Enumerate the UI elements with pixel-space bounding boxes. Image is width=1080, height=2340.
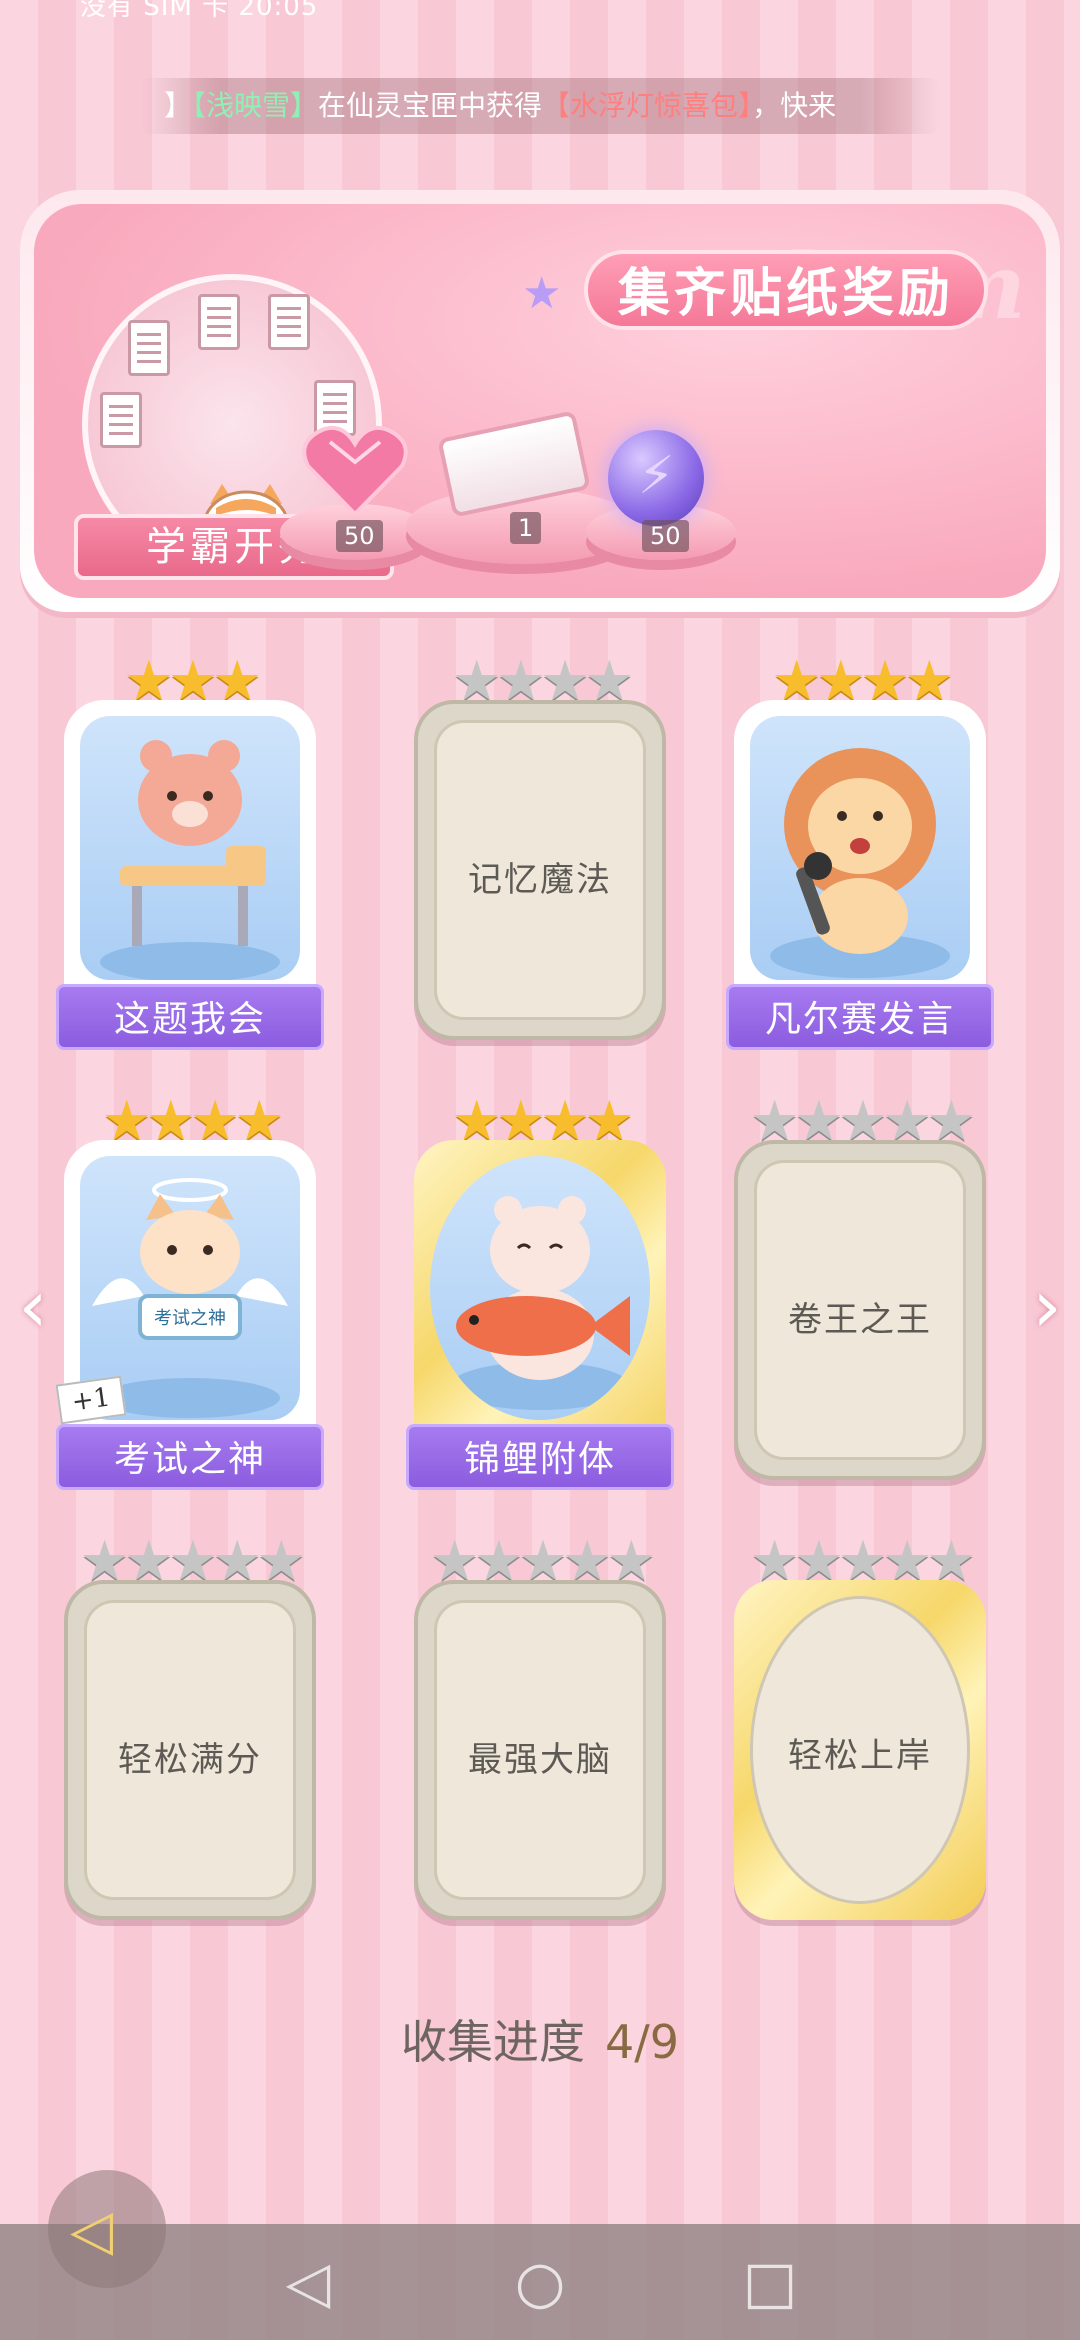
sticker-frame: 这题我会 <box>56 700 324 1050</box>
sticker-frame: 卷王之王 <box>734 1140 986 1480</box>
sticker-label: 轻松满分 <box>118 1740 262 1780</box>
sticker-label: 最强大脑 <box>468 1740 612 1780</box>
sticker-card[interactable]: ★★★★ 凡尔赛发言 <box>726 650 994 1050</box>
collection-progress: 收集进度 4/9 <box>0 2006 1080 2072</box>
bear-koi-icon <box>450 1196 630 1410</box>
reward-count: 50 <box>336 520 383 552</box>
back-icon[interactable]: ◁ <box>272 2246 344 2318</box>
progress-label: 收集进度 <box>400 2015 585 2069</box>
floating-menu-button[interactable]: ◁ <box>48 2170 166 2288</box>
reward-count: 50 <box>642 520 689 552</box>
sticker-card[interactable]: ★★★ 这题我会 <box>56 650 324 1050</box>
sticker-card[interactable]: ★★★★ 锦鲤附体 <box>406 1090 674 1490</box>
sticker-card-locked[interactable]: ★★★★★ 轻松满分 <box>60 1530 320 1930</box>
document-icon <box>100 392 142 448</box>
reward-panel: Redeem ★ ★ 集齐贴纸奖励 学霸开秀 50 <box>20 190 1060 612</box>
document-icon <box>128 320 170 376</box>
sticker-frame-gold: 锦鲤附体 <box>406 1140 674 1490</box>
marquee-item-name: 【水浮灯惊喜包】 <box>542 89 753 122</box>
sticker-art <box>80 716 300 980</box>
chevron-left-icon[interactable]: ‹ <box>10 1268 56 1344</box>
sticker-card-locked[interactable]: ★★★★★ 轻松上岸 <box>730 1530 990 1930</box>
sticker-frame-gold: 轻松上岸 <box>734 1580 986 1920</box>
progress-value: 4/9 <box>604 2015 680 2069</box>
reward-panel-inner: Redeem ★ ★ 集齐贴纸奖励 学霸开秀 50 <box>34 204 1046 598</box>
sticker-art <box>750 716 970 980</box>
sticker-frame: 凡尔赛发言 <box>726 700 994 1050</box>
sticker-frame: 轻松满分 <box>64 1580 316 1920</box>
reward-title: 集齐贴纸奖励 <box>584 250 989 330</box>
chevron-right-icon[interactable]: › <box>1024 1268 1070 1344</box>
recent-apps-icon[interactable]: □ <box>734 2246 806 2318</box>
marquee-player-name: 【浅映雪】 <box>192 89 319 122</box>
share-arrow-icon: ◁ <box>70 2198 114 2263</box>
lightning-orb-icon[interactable]: ⚡ <box>608 430 704 526</box>
sign-text: 考试之神 <box>154 1308 226 1329</box>
sticker-label: 轻松上岸 <box>788 1736 932 1776</box>
sparkle-icon: ★ <box>522 268 562 319</box>
sticker-card-locked[interactable]: ★★★★★ 卷王之王 <box>730 1090 990 1490</box>
lion-icon <box>770 748 950 978</box>
sticker-frame: 最强大脑 <box>414 1580 666 1920</box>
status-bar: 没有 SIM 卡 20:05 <box>0 0 1080 24</box>
home-icon[interactable]: ○ <box>504 2246 576 2318</box>
sticker-label: 记忆魔法 <box>468 860 612 900</box>
sticker-label: 这题我会 <box>56 984 324 1050</box>
document-icon <box>268 294 310 350</box>
sticker-frame: 记忆魔法 <box>414 700 666 1040</box>
reward-count: 1 <box>510 512 542 544</box>
sticker-card-locked[interactable]: ★★★★ 记忆魔法 <box>410 650 670 1050</box>
broadcast-marquee: 】【浅映雪】在仙灵宝匣中获得【水浮灯惊喜包】，快来 <box>140 78 940 134</box>
sticker-art <box>430 1156 650 1420</box>
sticker-label: 考试之神 <box>56 1424 324 1490</box>
sticker-card[interactable]: ★★★★ 考试之神 +1 考试之神 <box>55 1090 324 1490</box>
bear-icon <box>100 740 280 980</box>
marquee-prefix: 】 <box>164 89 193 122</box>
heart-gem-icon[interactable] <box>300 422 410 522</box>
sticker-label: 凡尔赛发言 <box>726 984 994 1050</box>
sticker-card-locked[interactable]: ★★★★★ 最强大脑 <box>410 1530 670 1930</box>
sticker-frame: 考试之神 +1 考试之神 <box>55 1140 324 1490</box>
status-text: 没有 SIM 卡 20:05 <box>80 0 319 22</box>
sticker-label: 锦鲤附体 <box>406 1424 674 1490</box>
marquee-suffix: ，快来 <box>752 89 837 122</box>
marquee-middle: 在仙灵宝匣中获得 <box>318 89 543 122</box>
document-icon <box>198 294 240 350</box>
sticker-label: 卷王之王 <box>788 1300 932 1340</box>
